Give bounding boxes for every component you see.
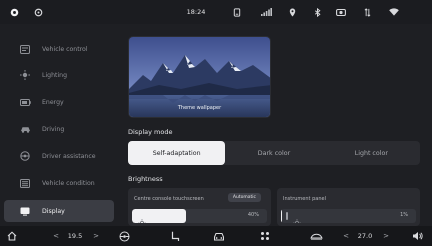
sidebar-item-vehicle-condition[interactable]: Vehicle condition: [4, 172, 114, 194]
phone-icon[interactable]: [232, 6, 242, 18]
sidebar-item-label: Vehicle control: [42, 45, 88, 53]
sidebar-item-driving[interactable]: Driving: [4, 118, 114, 140]
sun-icon: [138, 212, 146, 223]
wallpaper-label: Theme wallpaper: [177, 105, 222, 111]
brightness-card-label: Centre console touchscreen: [134, 196, 204, 202]
home-icon[interactable]: [6, 230, 18, 242]
bottom-dock: < 19.5 > < 27.0 >: [0, 226, 432, 246]
car-icon[interactable]: [212, 230, 226, 242]
steering-icon: [16, 125, 34, 133]
display-icon: [16, 207, 34, 216]
battery-icon: [16, 98, 34, 106]
brightness-card-instrument-panel: Instrument panel 1%: [277, 188, 420, 226]
display-mode-title: Display mode: [128, 128, 173, 136]
brightness-value: 1%: [400, 212, 408, 218]
sidebar-item-energy[interactable]: Energy: [4, 91, 114, 113]
sidebar-item-label: Display: [42, 207, 65, 215]
sidebar-item-vehicle-control[interactable]: Vehicle control: [4, 38, 114, 60]
car-control-icon: [16, 44, 34, 54]
brightness-card-centre-console: Centre console touchscreen Automatic 40%: [128, 188, 271, 226]
brightness-slider[interactable]: 1%: [281, 209, 416, 223]
sidebar-item-lighting[interactable]: Lighting: [4, 64, 114, 86]
sidebar-item-display[interactable]: Display: [4, 200, 114, 222]
sidebar-item-label: Driver assistance: [42, 152, 96, 160]
mode-option-dark-color[interactable]: Dark color: [225, 141, 322, 165]
apps-grid-icon[interactable]: [258, 230, 272, 242]
sidebar-item-label: Driving: [42, 125, 65, 133]
sidebar-item-label: Vehicle condition: [42, 179, 95, 187]
brightness-title: Brightness: [128, 175, 163, 183]
data-icon: [362, 6, 372, 18]
sidebar-item-label: Energy: [42, 98, 64, 106]
right-temp-increase[interactable]: >: [382, 230, 390, 242]
mode-option-light-color[interactable]: Light color: [323, 141, 420, 165]
settings-icon[interactable]: [33, 6, 43, 18]
right-temp-decrease[interactable]: <: [342, 230, 350, 242]
slider-handle[interactable]: [286, 212, 288, 220]
settings-sidebar: Vehicle control Lighting Energy Driving …: [0, 24, 118, 222]
sun-icon: [293, 212, 301, 223]
status-bar: 18:24: [0, 0, 432, 24]
display-mode-selector: Self-adaptation Dark color Light color: [128, 141, 420, 165]
condition-icon: [16, 178, 34, 188]
brightness-slider-fill: [281, 209, 283, 223]
seat-heat-icon[interactable]: [168, 230, 182, 242]
clock: 18:24: [186, 8, 206, 16]
assist-icon: [16, 151, 34, 161]
lighting-icon: [16, 70, 34, 80]
location-icon: [287, 6, 297, 18]
wifi-icon: [388, 6, 400, 18]
steering-heat-icon[interactable]: [117, 230, 131, 242]
volume-icon[interactable]: [410, 230, 424, 242]
brightness-card-label: Instrument panel: [283, 196, 326, 202]
left-temp-increase[interactable]: >: [92, 230, 100, 242]
sidebar-item-label: Lighting: [42, 71, 68, 79]
cellular-icon: [260, 6, 272, 18]
automatic-toggle[interactable]: Automatic: [227, 193, 261, 202]
left-temp-decrease[interactable]: <: [52, 230, 60, 242]
camera-icon: [335, 6, 347, 18]
brightness-slider[interactable]: 40%: [132, 209, 267, 223]
record-icon[interactable]: [9, 6, 19, 18]
mode-option-self-adaptation[interactable]: Self-adaptation: [128, 141, 226, 165]
bluetooth-icon: [312, 6, 322, 18]
brightness-value: 40%: [247, 212, 259, 218]
right-temperature: 27.0: [357, 232, 373, 240]
theme-wallpaper-card[interactable]: Theme wallpaper: [128, 36, 271, 118]
left-temperature: 19.5: [67, 232, 83, 240]
sidebar-item-driver-assistance[interactable]: Driver assistance: [4, 145, 114, 167]
fan-icon[interactable]: [308, 230, 324, 242]
